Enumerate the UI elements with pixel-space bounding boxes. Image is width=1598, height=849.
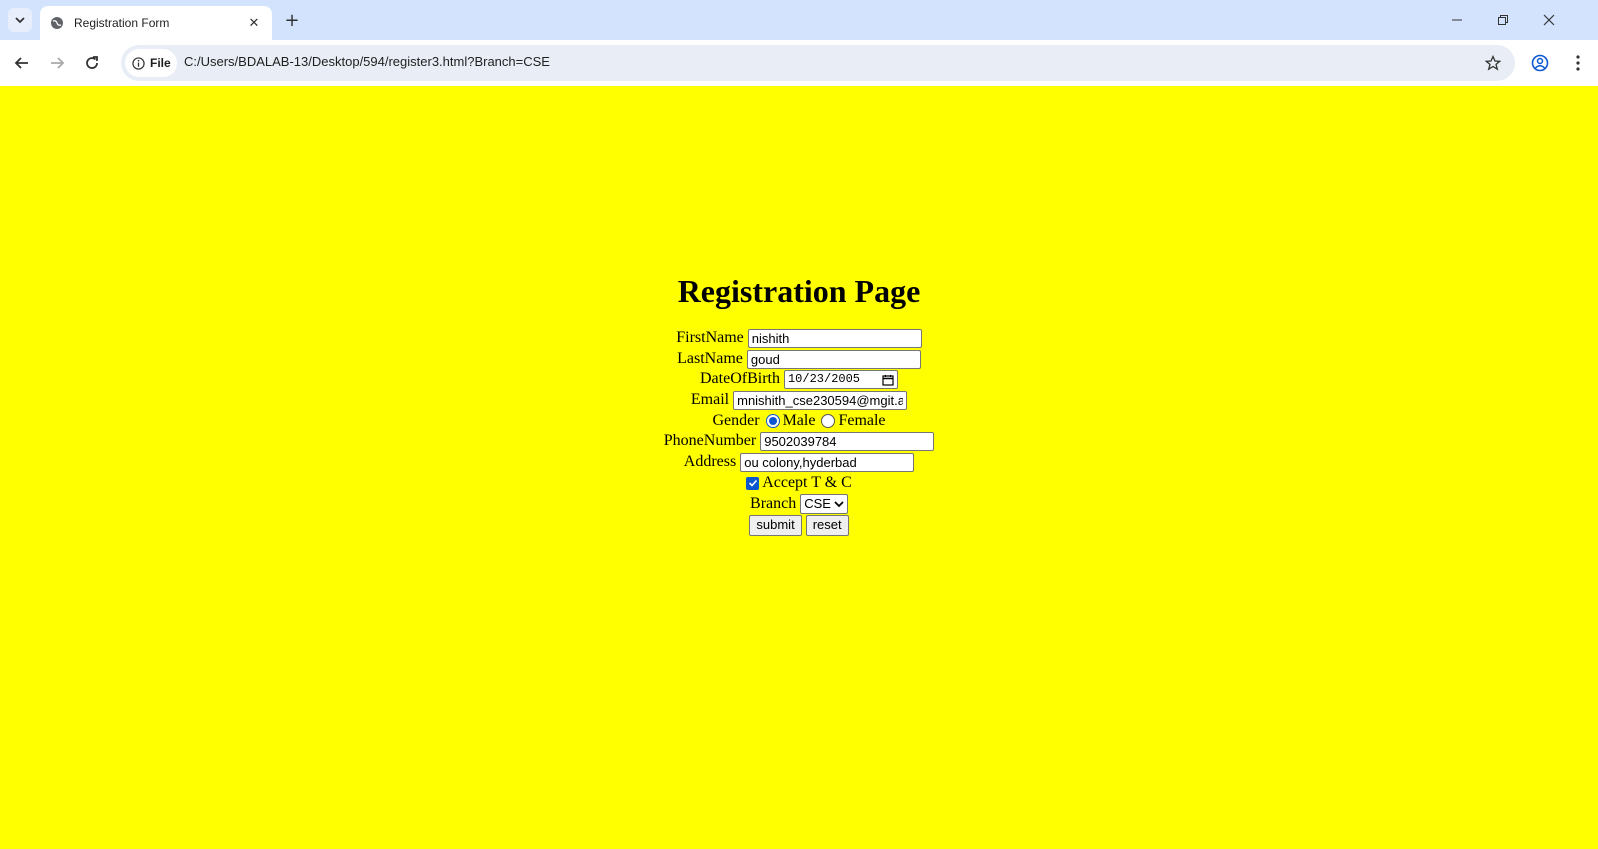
gender-male-radio[interactable] xyxy=(765,414,780,429)
site-chip-label: File xyxy=(150,56,171,70)
reload-button[interactable] xyxy=(78,49,106,77)
minimize-button[interactable] xyxy=(1434,0,1480,40)
restore-icon xyxy=(1498,15,1508,25)
more-vertical-icon xyxy=(1576,55,1580,71)
tab-search-button[interactable] xyxy=(8,8,32,32)
chevron-down-icon xyxy=(834,501,844,508)
branch-select[interactable]: CSE xyxy=(800,493,848,514)
globe-icon xyxy=(50,16,64,30)
browser-titlebar: Registration Form ✕ + xyxy=(0,0,1598,40)
address-row: Address xyxy=(0,452,1598,473)
tab-title: Registration Form xyxy=(74,16,170,30)
arrow-right-icon xyxy=(51,57,65,69)
calendar-icon[interactable] xyxy=(882,374,894,386)
arrow-left-icon xyxy=(14,57,28,69)
gender-female-label: Female xyxy=(838,411,886,429)
bookmark-star-icon[interactable] xyxy=(1481,51,1505,75)
reload-icon xyxy=(86,56,98,69)
branch-row: Branch CSE xyxy=(0,493,1598,515)
lastname-row: LastName xyxy=(0,349,1598,370)
chevron-down-icon xyxy=(15,17,25,24)
address-label: Address xyxy=(683,453,737,471)
restore-button[interactable] xyxy=(1480,0,1526,40)
gender-male-label: Male xyxy=(782,411,816,429)
email-input[interactable] xyxy=(733,390,908,410)
firstname-input[interactable] xyxy=(747,328,922,348)
firstname-label: FirstName xyxy=(676,329,744,346)
gender-label: Gender xyxy=(712,411,760,429)
branch-label: Branch xyxy=(750,494,797,512)
firstname-row: FirstName xyxy=(0,328,1598,349)
phone-label: PhoneNumber xyxy=(663,432,757,450)
info-icon xyxy=(132,56,145,70)
lastname-label: LastName xyxy=(677,349,743,367)
site-info-chip[interactable]: File xyxy=(125,49,177,77)
gender-female-radio[interactable] xyxy=(821,414,836,429)
submit-button[interactable]: submit xyxy=(749,514,802,536)
lastname-input[interactable] xyxy=(746,349,921,369)
address-bar[interactable]: File C:/Users/BDALAB-13/Desktop/594/regi… xyxy=(121,45,1515,81)
reset-button[interactable]: reset xyxy=(805,514,849,536)
address-input[interactable] xyxy=(740,452,915,472)
branch-selected-value: CSE xyxy=(804,495,831,511)
dob-label: DateOfBirth xyxy=(700,370,780,388)
browser-toolbar: File C:/Users/BDALAB-13/Desktop/594/regi… xyxy=(0,40,1598,86)
phone-row: PhoneNumber xyxy=(0,431,1598,452)
terms-row: Accept T & C xyxy=(0,473,1598,494)
dob-row: DateOfBirth 10/23/2005 xyxy=(0,369,1598,390)
page-title: Registration Page xyxy=(677,273,921,309)
email-row: Email xyxy=(0,390,1598,411)
new-tab-button[interactable]: + xyxy=(280,8,304,32)
close-icon xyxy=(1543,14,1555,26)
browser-menu-button[interactable] xyxy=(1564,49,1592,77)
profile-icon xyxy=(1531,54,1549,72)
terms-checkbox[interactable] xyxy=(746,476,760,490)
registration-form: FirstName LastName DateOfBirth 10/23/200… xyxy=(0,328,1598,536)
url-text[interactable]: C:/Users/BDALAB-13/Desktop/594/register3… xyxy=(184,54,550,69)
gender-row: Gender Male Female xyxy=(0,411,1598,432)
forward-button[interactable] xyxy=(43,49,71,77)
page-body: Registration Page FirstName LastName Dat… xyxy=(0,86,1598,849)
tab-close-icon[interactable]: ✕ xyxy=(244,13,264,33)
checkmark-icon xyxy=(748,480,757,487)
buttons-row: submit reset xyxy=(0,514,1598,536)
back-button[interactable] xyxy=(8,49,36,77)
terms-label: Accept T & C xyxy=(762,473,852,491)
email-label: Email xyxy=(690,391,730,409)
browser-tab[interactable]: Registration Form ✕ xyxy=(40,6,272,40)
minimize-icon xyxy=(1452,19,1462,21)
dob-input[interactable]: 10/23/2005 xyxy=(783,370,898,390)
dob-value: 10/23/2005 xyxy=(787,372,860,387)
close-window-button[interactable] xyxy=(1526,0,1572,40)
phone-input[interactable] xyxy=(760,432,935,452)
profile-button[interactable] xyxy=(1526,49,1554,77)
